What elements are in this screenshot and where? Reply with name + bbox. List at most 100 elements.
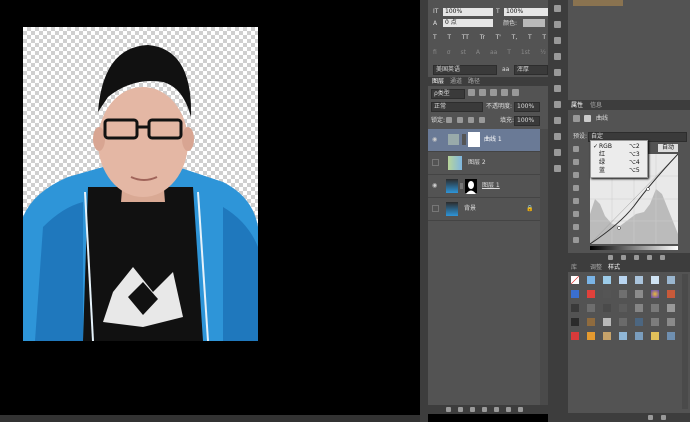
eye-icon[interactable]: ◉	[432, 182, 437, 189]
style-swatch[interactable]	[587, 304, 595, 312]
style-swatch[interactable]	[667, 276, 675, 284]
style-swatch[interactable]	[619, 332, 627, 340]
tab-layers[interactable]: 图层	[432, 79, 444, 85]
style-swatch[interactable]	[619, 290, 627, 298]
baseline-field[interactable]: 0 点	[443, 19, 493, 27]
layer-row[interactable]: ◉ 曲线 1	[428, 129, 540, 152]
trash-icon[interactable]	[660, 255, 665, 260]
style-button[interactable]: T	[528, 35, 532, 44]
style-button[interactable]: T'	[496, 35, 501, 44]
color-swatch[interactable]	[523, 19, 545, 27]
channel-menu-item[interactable]: 蓝 ⌥5	[591, 167, 647, 175]
style-button[interactable]: T	[542, 35, 546, 44]
layer-name[interactable]: 图层 2	[468, 160, 486, 166]
fx-icon[interactable]	[458, 407, 463, 412]
style-swatch[interactable]	[571, 276, 579, 284]
style-button[interactable]: T,	[512, 35, 518, 44]
layers-scrollbar[interactable]	[540, 129, 548, 409]
style-swatch[interactable]	[635, 276, 643, 284]
style-swatch[interactable]	[587, 332, 595, 340]
style-button[interactable]: T	[447, 35, 451, 44]
adjustments-icon[interactable]	[554, 101, 561, 108]
ligature-button[interactable]: σ	[447, 50, 451, 59]
trash-icon[interactable]	[661, 415, 666, 420]
ligature-button[interactable]: 1st	[521, 50, 530, 59]
layer-name[interactable]: 曲线 1	[484, 137, 502, 143]
style-swatch[interactable]	[587, 276, 595, 284]
brush-icon[interactable]	[554, 37, 561, 44]
clone-source-icon[interactable]	[554, 53, 561, 60]
style-swatch[interactable]	[603, 332, 611, 340]
ligature-button[interactable]: fi	[433, 50, 437, 59]
style-swatch[interactable]	[635, 332, 643, 340]
style-swatch[interactable]	[651, 332, 659, 340]
style-button[interactable]: Tr	[480, 35, 485, 44]
tab-info[interactable]: 信息	[590, 103, 602, 109]
lock-all-icon[interactable]	[479, 117, 485, 123]
style-swatch[interactable]	[635, 290, 643, 298]
adjustment-filter-icon[interactable]	[479, 89, 486, 96]
layer-name[interactable]: 图层 1	[482, 183, 500, 189]
smart-filter-icon[interactable]	[512, 89, 519, 96]
notes-icon[interactable]	[554, 149, 561, 156]
character-icon[interactable]	[554, 69, 561, 76]
layer-row[interactable]: 图层 2	[428, 152, 540, 175]
opacity-field[interactable]: 100%	[514, 102, 540, 112]
style-swatch[interactable]	[603, 276, 611, 284]
clipping-warning-icon[interactable]	[573, 237, 579, 243]
lock-transparent-icon[interactable]	[446, 117, 452, 123]
eye-icon[interactable]: ◉	[432, 136, 437, 143]
channel-menu-item[interactable]: ✓ RGB ⌥2	[591, 143, 647, 151]
layer-row[interactable]: ◉ 图层 1	[428, 175, 540, 198]
style-swatch[interactable]	[667, 290, 675, 298]
ligature-button[interactable]: A	[476, 50, 480, 59]
tab-paths[interactable]: 路径	[468, 79, 480, 85]
tab-channels[interactable]: 通道	[450, 79, 462, 85]
style-swatch[interactable]	[603, 318, 611, 326]
channel-menu-item[interactable]: 红 ⌥3	[591, 151, 647, 159]
styles-scrollbar[interactable]	[682, 274, 688, 409]
new-style-icon[interactable]	[648, 415, 653, 420]
type-filter-icon[interactable]	[490, 89, 497, 96]
channel-menu[interactable]: ✓ RGB ⌥2 红 ⌥3 绿 ⌥4 蓝 ⌥5	[590, 140, 648, 178]
eyedropper-white-icon[interactable]	[573, 185, 579, 191]
leading-field[interactable]: 100%	[443, 8, 493, 16]
document-canvas[interactable]	[0, 0, 420, 422]
new-adjustment-icon[interactable]	[482, 407, 487, 412]
pencil-icon[interactable]	[573, 211, 579, 217]
paragraph-icon[interactable]	[554, 85, 561, 92]
style-swatch[interactable]	[587, 290, 595, 298]
style-swatch[interactable]	[603, 304, 611, 312]
ligature-button[interactable]: aa	[490, 50, 497, 59]
ligature-button[interactable]: ½	[540, 50, 546, 59]
link-layers-icon[interactable]	[446, 407, 451, 412]
visibility-icon[interactable]	[647, 255, 652, 260]
tab-styles[interactable]: 样式	[608, 265, 620, 271]
style-swatch[interactable]	[667, 318, 675, 326]
clip-to-layer-icon[interactable]	[608, 255, 613, 260]
style-swatch[interactable]	[571, 304, 579, 312]
trash-icon[interactable]	[518, 407, 523, 412]
layer-row[interactable]: 背景 🔒	[428, 198, 540, 221]
style-swatch[interactable]	[635, 318, 643, 326]
smooth-icon[interactable]	[573, 224, 579, 230]
swatch-strip[interactable]	[573, 0, 623, 6]
layer-mask-thumbnail[interactable]	[465, 179, 477, 194]
horizontal-scrollbar[interactable]	[0, 415, 420, 422]
style-swatch[interactable]	[667, 332, 675, 340]
eyedropper-gray-icon[interactable]	[573, 172, 579, 178]
visibility-box-icon[interactable]	[432, 205, 439, 212]
blend-mode-select[interactable]: 正常	[431, 102, 483, 112]
add-mask-icon[interactable]	[470, 407, 475, 412]
tools-icon[interactable]	[554, 133, 561, 140]
shape-filter-icon[interactable]	[501, 89, 508, 96]
visibility-box-icon[interactable]	[432, 159, 439, 166]
lock-position-icon[interactable]	[468, 117, 474, 123]
pixel-filter-icon[interactable]	[468, 89, 475, 96]
fill-field[interactable]: 100%	[514, 116, 540, 126]
new-layer-icon[interactable]	[506, 407, 511, 412]
style-swatch[interactable]	[571, 290, 579, 298]
history-icon[interactable]	[554, 5, 561, 12]
auto-button[interactable]: 自动	[658, 144, 678, 152]
style-swatch[interactable]	[619, 318, 627, 326]
